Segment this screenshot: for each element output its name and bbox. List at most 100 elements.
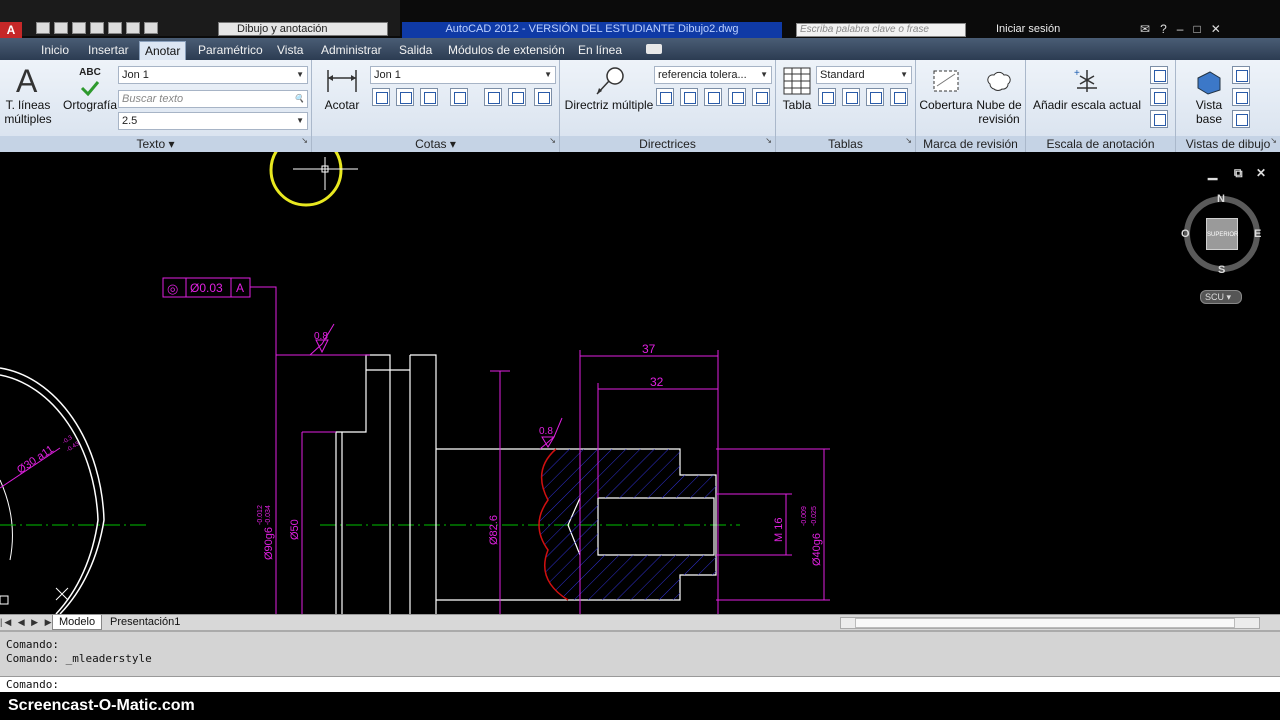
close-icon[interactable]: ✕ bbox=[1211, 22, 1221, 36]
mtext-label: T. líneas bbox=[5, 98, 51, 112]
ucs-label: SCU bbox=[1205, 292, 1225, 302]
minimize-icon[interactable]: – bbox=[1177, 22, 1184, 36]
panel-title-tablas[interactable]: Tablas ↘ bbox=[776, 136, 915, 152]
geometric-tolerance-frame: ◎ Ø0.03 A bbox=[162, 277, 251, 298]
sign-in-button[interactable]: Iniciar sesión bbox=[996, 22, 1060, 36]
viewcube-face-superior[interactable]: SUPERIOR bbox=[1206, 218, 1238, 250]
link-data-icon[interactable] bbox=[842, 88, 860, 106]
dialog-launcher-icon[interactable]: ↘ bbox=[301, 133, 308, 149]
print-icon[interactable] bbox=[108, 22, 122, 34]
dialog-launcher-icon[interactable]: ↘ bbox=[765, 133, 772, 149]
text-style-select[interactable]: Jon 1 ▼ bbox=[118, 66, 308, 84]
tab-administrar[interactable]: Administrar bbox=[316, 41, 387, 60]
remove-leader-icon[interactable] bbox=[680, 88, 698, 106]
find-icon[interactable]: 🔍 bbox=[294, 91, 304, 107]
download-source-icon[interactable] bbox=[866, 88, 884, 106]
help-search-input[interactable]: Escriba palabra clave o frase bbox=[796, 23, 966, 37]
table-button[interactable]: Tabla bbox=[778, 66, 816, 112]
panel-title-cotas[interactable]: Cotas ▾ ↘ bbox=[312, 136, 559, 152]
tab-vista[interactable]: Vista bbox=[272, 41, 308, 60]
drawing-svg: ◎ Ø0.03 A 0.8 0.8 37 32 Ø90g6 -0.012 -0.… bbox=[0, 152, 830, 614]
exchange-icon[interactable]: ✉ bbox=[1140, 22, 1150, 36]
drawing-canvas[interactable]: ◎ Ø0.03 A 0.8 0.8 37 32 Ø90g6 -0.012 -0.… bbox=[0, 152, 1280, 614]
scrollbar-thumb[interactable] bbox=[855, 618, 1235, 628]
table-style-select[interactable]: Standard ▼ bbox=[816, 66, 912, 84]
multileader-icon bbox=[596, 67, 624, 95]
wipeout-label: Cobertura bbox=[919, 98, 973, 112]
dim-oblique-icon[interactable] bbox=[534, 88, 552, 106]
maximize-icon[interactable]: □ bbox=[1193, 22, 1200, 36]
command-prompt: Comando: bbox=[6, 678, 59, 691]
ribbon-minimize-button[interactable] bbox=[646, 44, 662, 54]
help-icon[interactable]: ? bbox=[1160, 22, 1167, 36]
command-input[interactable]: Comando: bbox=[0, 676, 1280, 692]
layout-nav-arrows[interactable]: |◀ ◀ ▶ ▶| bbox=[0, 617, 58, 628]
dialog-launcher-icon[interactable]: ↘ bbox=[549, 133, 556, 149]
horizontal-scrollbar[interactable] bbox=[840, 617, 1260, 629]
spell-check-button[interactable]: ABC Ortografía bbox=[62, 66, 118, 112]
viewport-close-icon[interactable]: ✕ bbox=[1256, 166, 1266, 180]
compass-north[interactable]: N bbox=[1217, 193, 1225, 205]
save-icon[interactable] bbox=[72, 22, 86, 34]
compass-east[interactable]: E bbox=[1254, 228, 1261, 240]
tab-modulos[interactable]: Módulos de extensión bbox=[443, 41, 570, 60]
tab-salida[interactable]: Salida bbox=[394, 41, 437, 60]
mtext-button[interactable]: A T. líneas múltiples bbox=[2, 64, 54, 126]
compass-south[interactable]: S bbox=[1218, 264, 1225, 276]
edit-view-icon[interactable] bbox=[1232, 88, 1250, 106]
upload-source-icon[interactable] bbox=[890, 88, 908, 106]
projected-view-icon[interactable] bbox=[1232, 66, 1250, 84]
multileader-button[interactable]: Directriz múltiple bbox=[562, 66, 656, 112]
update-view-icon[interactable] bbox=[1232, 110, 1250, 128]
tab-en-linea[interactable]: En línea bbox=[573, 41, 627, 60]
dim-jog-icon[interactable] bbox=[420, 88, 438, 106]
dimension-button[interactable]: Acotar bbox=[318, 66, 366, 112]
revision-cloud-button[interactable]: Nube de revisión bbox=[972, 66, 1026, 126]
workspace-selector[interactable]: Dibujo y anotación bbox=[218, 22, 388, 36]
panel-title-directrices[interactable]: Directrices ↘ bbox=[560, 136, 775, 152]
tab-insertar[interactable]: Insertar bbox=[83, 41, 134, 60]
tab-anotar[interactable]: Anotar bbox=[139, 41, 187, 60]
wipeout-button[interactable]: Cobertura bbox=[918, 66, 974, 112]
add-current-scale-button[interactable]: + Añadir escala actual bbox=[1032, 66, 1142, 112]
viewport-restore-icon[interactable]: ⧉ bbox=[1234, 166, 1243, 181]
base-view-button[interactable]: Vista base bbox=[1184, 66, 1234, 126]
panel-title-marca[interactable]: Marca de revisión bbox=[916, 136, 1025, 152]
add-leader-icon[interactable] bbox=[656, 88, 674, 106]
panel-title-escala[interactable]: Escala de anotación bbox=[1026, 136, 1175, 152]
dim-space-icon[interactable] bbox=[484, 88, 502, 106]
application-menu-button[interactable]: A bbox=[0, 22, 22, 38]
tab-modelo[interactable]: Modelo bbox=[52, 615, 103, 630]
tab-inicio[interactable]: Inicio bbox=[36, 41, 74, 60]
text-height-select[interactable]: 2.5 ▼ bbox=[118, 112, 308, 130]
tab-parametrico[interactable]: Paramétrico bbox=[193, 41, 268, 60]
tab-presentacion1[interactable]: Presentación1 bbox=[104, 615, 186, 630]
open-icon[interactable] bbox=[54, 22, 68, 34]
panel-title-texto[interactable]: Texto ▾ ↘ bbox=[0, 136, 311, 152]
dim-break-icon[interactable] bbox=[372, 88, 390, 106]
scale-list-icon[interactable] bbox=[1150, 110, 1168, 128]
extract-data-icon[interactable] bbox=[818, 88, 836, 106]
new-icon[interactable] bbox=[36, 22, 50, 34]
dialog-launcher-icon[interactable]: ↘ bbox=[905, 133, 912, 149]
dim-continue-icon[interactable] bbox=[450, 88, 468, 106]
find-text-input[interactable]: Buscar texto 🔍 bbox=[118, 90, 308, 108]
mleader-style-select[interactable]: referencia tolera... ▼ bbox=[654, 66, 772, 84]
dim-inspect-icon[interactable] bbox=[396, 88, 414, 106]
redo-icon[interactable] bbox=[144, 22, 158, 34]
align-leader-icon[interactable] bbox=[704, 88, 722, 106]
dim-style-select[interactable]: Jon 1 ▼ bbox=[370, 66, 556, 84]
collect-leader-icon[interactable] bbox=[728, 88, 746, 106]
viewport-minimize-icon[interactable]: ▁ bbox=[1208, 166, 1217, 180]
compass-west[interactable]: O bbox=[1181, 228, 1190, 240]
dialog-launcher-icon[interactable]: ↘ bbox=[1270, 133, 1277, 149]
panel-title-vistas[interactable]: Vistas de dibujo ↘ bbox=[1176, 136, 1280, 152]
sync-scale-icon[interactable] bbox=[1150, 88, 1168, 106]
save-as-icon[interactable] bbox=[90, 22, 104, 34]
undo-icon[interactable] bbox=[126, 22, 140, 34]
ucs-menu-button[interactable]: SCU ▾ bbox=[1200, 290, 1242, 304]
dim-update-icon[interactable] bbox=[508, 88, 526, 106]
leader-style-icon[interactable] bbox=[752, 88, 770, 106]
add-delete-scales-icon[interactable] bbox=[1150, 66, 1168, 84]
window-title: AutoCAD 2012 - VERSIÓN DEL ESTUDIANTE Di… bbox=[402, 22, 782, 38]
